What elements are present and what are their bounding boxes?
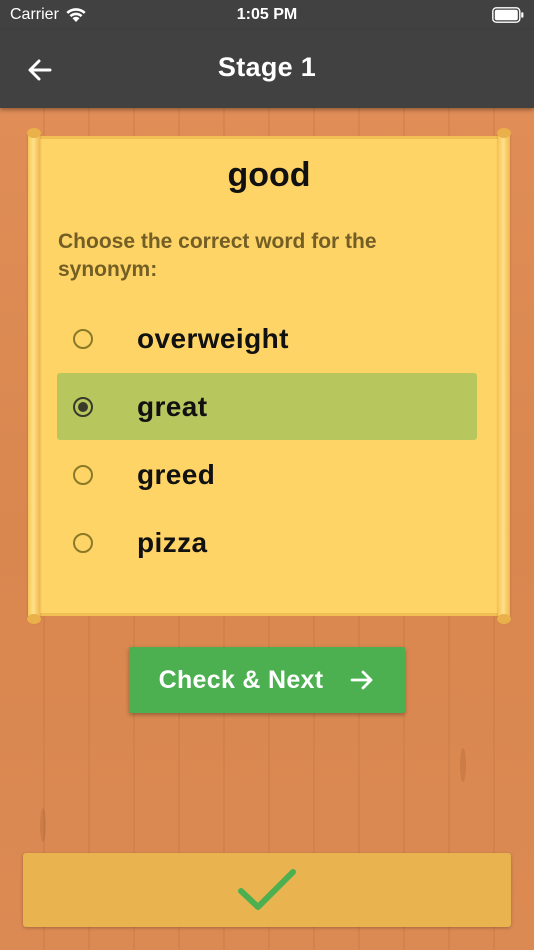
page-title: Stage 1 (217, 52, 317, 82)
option-label: pizza (137, 526, 208, 558)
wood-grain (460, 748, 466, 782)
instruction-text: Choose the correct word for the synonym: (58, 230, 377, 281)
battery-icon (492, 7, 524, 23)
option-overweight[interactable]: overweight (57, 305, 477, 372)
arrow-right-icon (350, 670, 373, 690)
radio-button[interactable] (73, 328, 93, 349)
option-label: overweight (137, 322, 289, 354)
option-label: greed (137, 458, 216, 490)
check-next-label: Check & Next (158, 665, 324, 694)
radio-dot (78, 401, 88, 412)
check-next-button[interactable]: Check & Next (129, 647, 405, 713)
question-card: good Choose the correct word for the syn… (27, 128, 511, 624)
answer-options: overweight great greed pizza (57, 305, 477, 577)
option-great[interactable]: great (57, 373, 477, 440)
answer-status-bar (23, 853, 511, 927)
option-greed[interactable]: greed (57, 441, 477, 508)
status-time: 1:05 PM (236, 6, 298, 23)
wood-grain (40, 808, 46, 842)
check-mark-icon (238, 869, 296, 910)
radio-button-selected[interactable] (73, 396, 93, 417)
status-bar: Carrier 1:05 PM (0, 0, 534, 30)
radio-button[interactable] (73, 464, 93, 485)
scroll-rod-left (27, 128, 41, 624)
radio-button[interactable] (73, 532, 93, 553)
app-bar: Stage 1 (0, 30, 534, 108)
option-pizza[interactable]: pizza (57, 509, 477, 576)
question-word: good (227, 156, 311, 194)
scroll-rod-right (497, 128, 511, 624)
option-label: great (137, 390, 208, 422)
